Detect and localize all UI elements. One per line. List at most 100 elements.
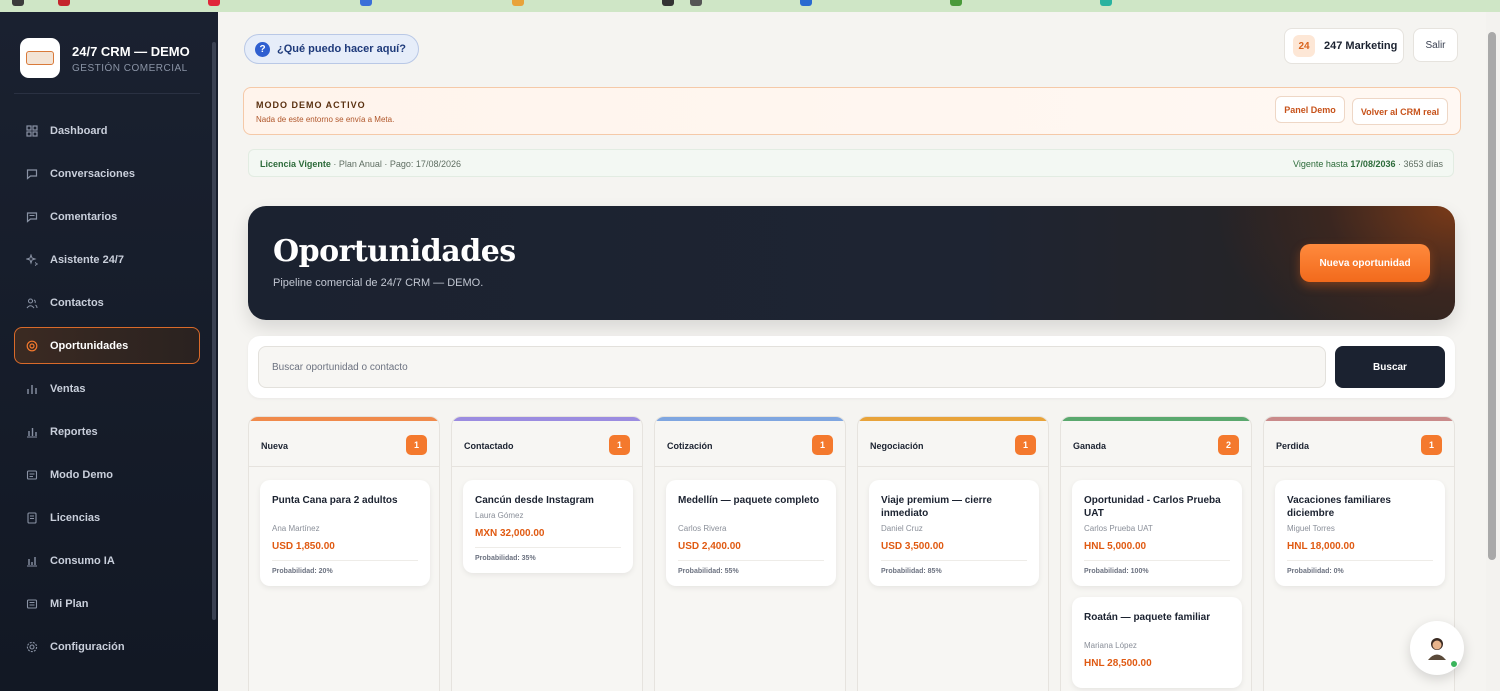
sidebar-item-label: Configuración <box>50 640 125 653</box>
panel-demo-button[interactable]: Panel Demo <box>1275 96 1345 123</box>
back-to-real-crm-button[interactable]: Volver al CRM real <box>1352 98 1448 125</box>
column-title: Ganada <box>1073 441 1107 451</box>
users-icon <box>26 297 38 309</box>
sidebar-item-label: Dashboard <box>50 124 108 137</box>
sidebar-item-asistente-24-7[interactable]: Asistente 24/7 <box>14 241 200 278</box>
opportunity-card[interactable]: Punta Cana para 2 adultos Ana Martínez USD… <box>260 480 430 586</box>
new-opportunity-button[interactable]: Nueva oportunidad <box>1300 244 1430 282</box>
column-count-badge: 1 <box>406 435 427 455</box>
sidebar-item-comentarios[interactable]: Comentarios <box>14 198 200 235</box>
bookmark-icon[interactable] <box>800 0 812 6</box>
opportunity-card[interactable]: Oportunidad - Carlos Prueba UAT Carlos Pr… <box>1072 480 1242 586</box>
column-title: Cotización <box>667 441 713 451</box>
opportunity-title: Punta Cana para 2 adultos <box>272 495 398 506</box>
license-status-label: Licencia Vigente <box>260 159 331 169</box>
bookmark-icon[interactable] <box>950 0 962 6</box>
column-title: Contactado <box>464 441 514 451</box>
opportunity-title: Roatán — paquete familiar <box>1084 612 1211 623</box>
column-count-badge: 1 <box>1421 435 1442 455</box>
help-button[interactable]: ? ¿Qué puedo hacer aquí? <box>244 34 419 64</box>
sidebar-item-label: Reportes <box>50 425 98 438</box>
sidebar-item-label: Comentarios <box>50 210 118 223</box>
chat-assistant-button[interactable] <box>1410 621 1464 675</box>
column-title: Nueva <box>261 441 289 451</box>
license-valid-date: 17/08/2036 <box>1350 159 1396 169</box>
page-title: Oportunidades <box>273 234 516 269</box>
logout-button[interactable]: Salir <box>1413 28 1458 62</box>
bookmark-icon[interactable] <box>208 0 220 6</box>
sidebar-divider <box>14 93 200 94</box>
sidebar: 24/7 CRM — DEMO GESTIÓN COMERCIAL Dashbo… <box>0 12 218 691</box>
opportunity-card[interactable]: Roatán — paquete familiar Mariana López HN… <box>1072 597 1242 688</box>
sidebar-item-label: Licencias <box>50 511 101 524</box>
opportunity-contact: Ana Martínez <box>272 524 320 533</box>
opportunity-probability: Probabilidad: 85% <box>881 568 942 575</box>
brand[interactable]: 24/7 CRM — DEMO GESTIÓN COMERCIAL <box>20 38 210 88</box>
opportunity-title: Medellín — paquete completo <box>678 495 820 506</box>
opportunity-title: Viaje premium — cierre inmediato <box>881 495 992 519</box>
sidebar-item-label: Contactos <box>50 296 104 309</box>
page-scrollbar[interactable] <box>1488 32 1496 560</box>
sidebar-item-mi-plan[interactable]: Mi Plan <box>14 585 200 622</box>
gear-icon <box>26 641 38 653</box>
sidebar-item-label: Consumo IA <box>50 554 115 567</box>
bookmark-icon[interactable] <box>360 0 372 6</box>
brand-subtitle: GESTIÓN COMERCIAL <box>72 63 188 74</box>
sidebar-item-consumo-ia[interactable]: Consumo IA <box>14 542 200 579</box>
page-hero: Oportunidades Pipeline comercial de 24/7… <box>248 206 1455 320</box>
column-title: Negociación <box>870 441 924 451</box>
opportunity-title: Cancún desde Instagram <box>475 495 594 506</box>
target-icon <box>26 340 38 352</box>
column-header: Perdida 1 <box>1264 421 1454 467</box>
sidebar-item-conversaciones[interactable]: Conversaciones <box>14 155 200 192</box>
sidebar-item-configuracion[interactable]: Configuración <box>14 628 200 665</box>
opportunity-amount: USD 3,500.00 <box>881 541 944 552</box>
card-divider <box>475 547 621 548</box>
opportunity-card[interactable]: Viaje premium — cierre inmediato Daniel C… <box>869 480 1039 586</box>
sidebar-item-oportunidades[interactable]: Oportunidades <box>14 327 200 364</box>
page-subtitle: Pipeline comercial de 24/7 CRM — DEMO. <box>273 277 484 289</box>
sidebar-item-contactos[interactable]: Contactos <box>14 284 200 321</box>
opportunity-contact: Miguel Torres <box>1287 524 1335 533</box>
license-valid-prefix: Vigente hasta <box>1293 159 1351 169</box>
opportunity-card[interactable]: Medellín — paquete completo Carlos Rivera… <box>666 480 836 586</box>
sidebar-scrollbar[interactable] <box>212 42 216 620</box>
sidebar-item-ventas[interactable]: Ventas <box>14 370 200 407</box>
plan-icon <box>26 598 38 610</box>
opportunity-contact: Carlos Prueba UAT <box>1084 524 1153 533</box>
sidebar-item-dashboard[interactable]: Dashboard <box>14 112 200 149</box>
sidebar-item-label: Asistente 24/7 <box>50 253 124 266</box>
sidebar-item-licencias[interactable]: Licencias <box>14 499 200 536</box>
search-button[interactable]: Buscar <box>1335 346 1445 388</box>
sidebar-item-label: Oportunidades <box>50 339 129 352</box>
column-header: Nueva 1 <box>249 421 439 467</box>
sidebar-item-reportes[interactable]: Reportes <box>14 413 200 450</box>
sidebar-item-label: Conversaciones <box>50 167 135 180</box>
account-chip[interactable]: 24 247 Marketing <box>1284 28 1404 64</box>
sidebar-item-modo-demo[interactable]: Modo Demo <box>14 456 200 493</box>
opportunity-contact: Carlos Rivera <box>678 524 727 533</box>
bookmark-icon[interactable] <box>690 0 702 6</box>
column-title: Perdida <box>1276 441 1310 451</box>
document-icon <box>26 511 38 524</box>
demo-icon <box>26 469 38 481</box>
search-input[interactable] <box>258 346 1326 388</box>
chart-icon <box>26 426 38 438</box>
bookmark-icon[interactable] <box>512 0 524 6</box>
opportunity-probability: Probabilidad: 0% <box>1287 568 1344 575</box>
bookmark-icon[interactable] <box>662 0 674 6</box>
bookmark-icon[interactable] <box>58 0 70 6</box>
bookmark-icon[interactable] <box>1100 0 1112 6</box>
sparkle-icon <box>26 253 38 266</box>
main-content: ? ¿Qué puedo hacer aquí? 24 247 Marketin… <box>218 12 1486 691</box>
help-label: ¿Qué puedo hacer aquí? <box>277 43 406 55</box>
bars-icon <box>26 383 38 395</box>
opportunity-card[interactable]: Vacaciones familiares diciembre Miguel To… <box>1275 480 1445 586</box>
opportunity-amount: USD 2,400.00 <box>678 541 741 552</box>
comment-icon <box>26 211 38 223</box>
opportunity-card[interactable]: Cancún desde Instagram Laura Gómez MXN 32,… <box>463 480 633 573</box>
grid-icon <box>26 124 38 137</box>
account-name: 247 Marketing <box>1324 40 1398 52</box>
card-divider <box>1084 560 1230 561</box>
apps-icon[interactable] <box>12 0 24 6</box>
